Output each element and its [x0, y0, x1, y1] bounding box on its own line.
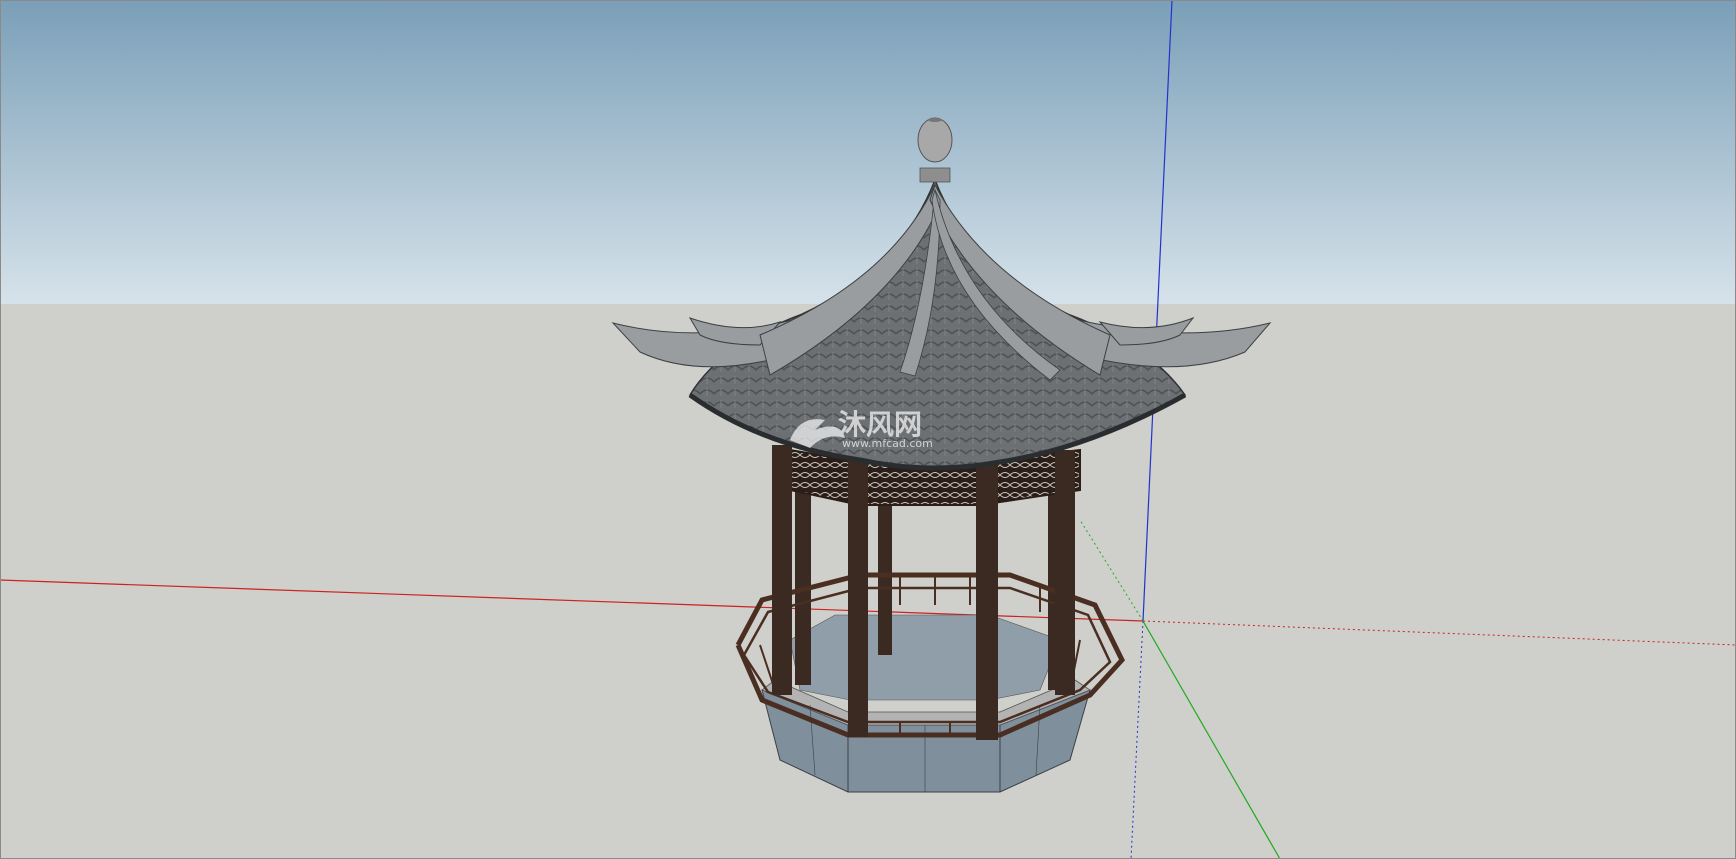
- pillar-front-left: [772, 445, 792, 695]
- sketchup-viewport[interactable]: 沐风网 www.mfcad.com: [0, 0, 1736, 859]
- finial-cap: [928, 118, 942, 122]
- pillar-front-mid-right: [976, 455, 998, 740]
- pillar-front-right: [1055, 450, 1075, 695]
- pavilion-inner-floor: [789, 614, 1061, 701]
- sky: [0, 0, 1736, 304]
- watermark-url: www.mfcad.com: [842, 437, 933, 450]
- pillar-front-mid-left: [848, 455, 868, 737]
- finial-base: [919, 167, 951, 183]
- 3d-scene-canvas[interactable]: 沐风网 www.mfcad.com: [0, 0, 1736, 859]
- roof-finial: [917, 117, 953, 163]
